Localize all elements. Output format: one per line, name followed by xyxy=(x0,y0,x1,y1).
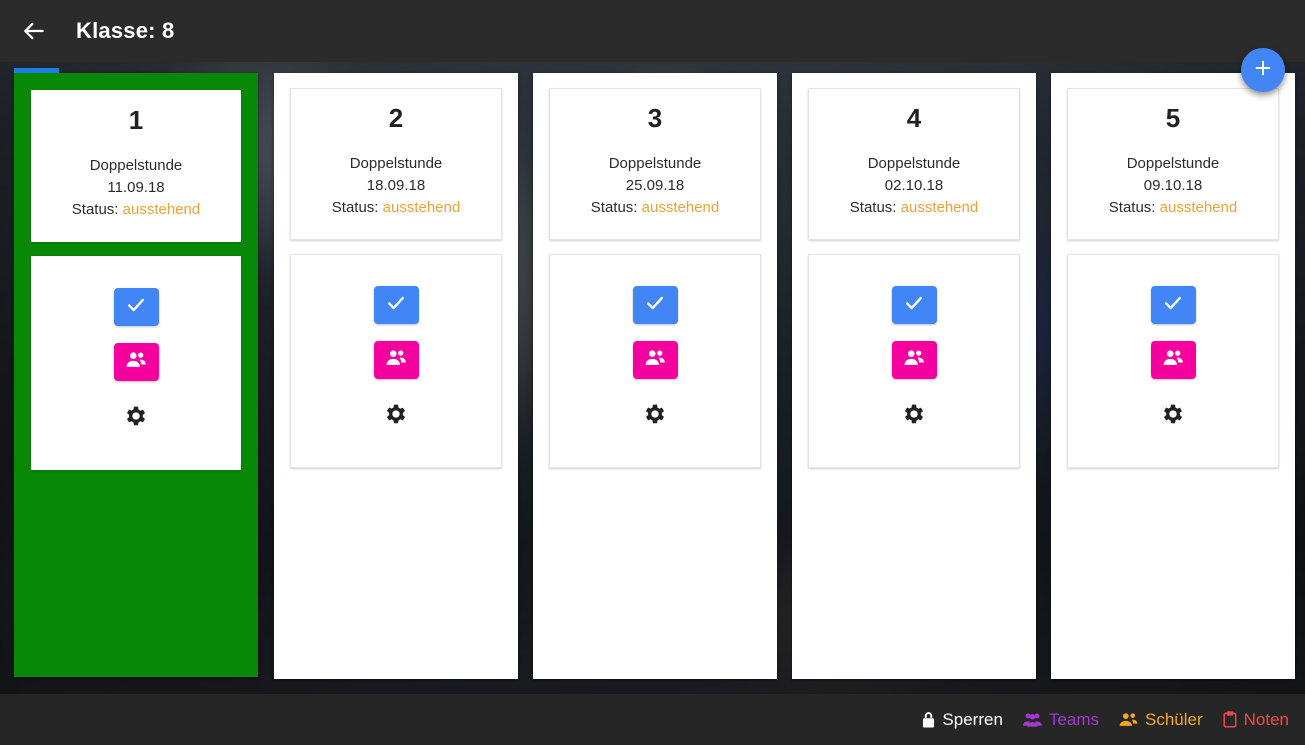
teams-button[interactable] xyxy=(373,341,419,379)
status-value: ausstehend xyxy=(900,199,979,216)
status-value: ausstehend xyxy=(122,201,201,218)
lesson-number: 1 xyxy=(128,105,144,135)
status-value: ausstehend xyxy=(641,199,720,216)
settings-button[interactable] xyxy=(638,399,672,433)
lesson-action-card-1 xyxy=(31,256,241,470)
toolbar-label: Noten xyxy=(1243,709,1289,729)
gear-icon xyxy=(642,401,668,432)
lesson-status: Status: ausstehend xyxy=(32,199,240,221)
arrow-left-icon xyxy=(21,18,47,44)
toolbar-item-teams[interactable]: Teams xyxy=(1022,709,1099,730)
people-icon xyxy=(1022,712,1042,727)
gear-icon xyxy=(383,401,409,432)
lesson-status: Status: ausstehend xyxy=(809,197,1019,219)
lesson-column-4[interactable]: 4 Doppelstunde 02.10.18 Status: ausstehe… xyxy=(792,73,1036,679)
teams-button[interactable] xyxy=(113,343,159,381)
lesson-type: Doppelstunde xyxy=(608,155,702,172)
lesson-column-1[interactable]: 1 Doppelstunde 11.09.18 Status: ausstehe… xyxy=(14,68,258,677)
lesson-type: Doppelstunde xyxy=(867,155,961,172)
lesson-number: 5 xyxy=(1165,103,1181,133)
app-bar: Klasse: 8 xyxy=(0,0,1305,62)
status-label: Status: xyxy=(1108,199,1156,216)
lesson-date: 02.10.18 xyxy=(884,177,944,194)
app-root: Klasse: 8 1 Doppelstunde 11.09.18 Status… xyxy=(0,0,1305,745)
lesson-action-card-3 xyxy=(549,254,761,468)
toolbar-label: Schüler xyxy=(1144,709,1203,729)
lesson-status: Status: ausstehend xyxy=(291,197,501,219)
lesson-action-card-5 xyxy=(1067,254,1279,468)
lesson-type: Doppelstunde xyxy=(349,155,443,172)
progress-indicator xyxy=(14,68,59,73)
lesson-column-5[interactable]: 5 Doppelstunde 09.10.18 Status: ausstehe… xyxy=(1051,73,1295,679)
lesson-action-card-2 xyxy=(290,254,502,468)
students-icon xyxy=(1119,712,1138,727)
status-label: Status: xyxy=(849,199,897,216)
check-icon xyxy=(644,292,666,319)
lesson-number: 3 xyxy=(647,103,663,133)
attendance-button[interactable] xyxy=(891,286,937,324)
people-icon xyxy=(385,348,407,373)
status-value: ausstehend xyxy=(382,199,461,216)
lesson-column-2[interactable]: 2 Doppelstunde 18.09.18 Status: ausstehe… xyxy=(274,73,518,679)
check-icon xyxy=(125,294,147,321)
lesson-type: Doppelstunde xyxy=(1126,155,1220,172)
lesson-status: Status: ausstehend xyxy=(1068,197,1278,219)
status-label: Status: xyxy=(331,199,379,216)
lesson-columns: 1 Doppelstunde 11.09.18 Status: ausstehe… xyxy=(0,62,1305,694)
check-icon xyxy=(1162,292,1184,319)
toolbar-label: Teams xyxy=(1048,709,1099,729)
lesson-info-card-5[interactable]: 5 Doppelstunde 09.10.18 Status: ausstehe… xyxy=(1067,88,1279,240)
status-value: ausstehend xyxy=(1159,199,1238,216)
lesson-status: Status: ausstehend xyxy=(550,197,760,219)
gear-icon xyxy=(1160,401,1186,432)
check-icon xyxy=(385,292,407,319)
status-label: Status: xyxy=(590,199,638,216)
settings-button[interactable] xyxy=(119,401,153,435)
attendance-button[interactable] xyxy=(632,286,678,324)
plus-icon xyxy=(1252,57,1274,84)
lock-icon xyxy=(922,711,935,728)
check-icon xyxy=(903,292,925,319)
people-icon xyxy=(644,348,666,373)
attendance-button[interactable] xyxy=(373,286,419,324)
bottom-toolbar: Sperren Teams Schüler Noten xyxy=(0,694,1305,745)
add-lesson-fab[interactable] xyxy=(1241,48,1285,92)
people-icon xyxy=(125,350,147,375)
people-icon xyxy=(903,348,925,373)
toolbar-label: Sperren xyxy=(942,709,1003,729)
teams-button[interactable] xyxy=(1150,341,1196,379)
attendance-button[interactable] xyxy=(113,288,159,326)
lesson-info-card-1[interactable]: 1 Doppelstunde 11.09.18 Status: ausstehe… xyxy=(31,90,241,242)
status-label: Status: xyxy=(71,201,119,218)
settings-button[interactable] xyxy=(1156,399,1190,433)
lesson-info-card-4[interactable]: 4 Doppelstunde 02.10.18 Status: ausstehe… xyxy=(808,88,1020,240)
page-title: Klasse: 8 xyxy=(76,18,175,43)
lesson-date: 25.09.18 xyxy=(625,177,685,194)
lesson-column-3[interactable]: 3 Doppelstunde 25.09.18 Status: ausstehe… xyxy=(533,73,777,679)
lesson-type: Doppelstunde xyxy=(89,157,183,174)
gear-icon xyxy=(901,401,927,432)
settings-button[interactable] xyxy=(379,399,413,433)
lesson-action-card-4 xyxy=(808,254,1020,468)
lesson-number: 2 xyxy=(388,103,404,133)
attendance-button[interactable] xyxy=(1150,286,1196,324)
lesson-info-card-3[interactable]: 3 Doppelstunde 25.09.18 Status: ausstehe… xyxy=(549,88,761,240)
lesson-date: 09.10.18 xyxy=(1143,177,1203,194)
back-button[interactable] xyxy=(6,3,62,59)
teams-button[interactable] xyxy=(632,341,678,379)
toolbar-item-schueler[interactable]: Schüler xyxy=(1119,710,1203,730)
toolbar-item-noten[interactable]: Noten xyxy=(1223,710,1289,730)
lesson-date: 11.09.18 xyxy=(107,179,165,196)
lesson-date: 18.09.18 xyxy=(366,177,426,194)
people-icon xyxy=(1162,348,1184,373)
lesson-number: 4 xyxy=(906,103,922,133)
gear-icon xyxy=(123,403,149,434)
lesson-info-card-2[interactable]: 2 Doppelstunde 18.09.18 Status: ausstehe… xyxy=(290,88,502,240)
clipboard-icon xyxy=(1223,711,1237,728)
settings-button[interactable] xyxy=(897,399,931,433)
teams-button[interactable] xyxy=(891,341,937,379)
toolbar-item-sperren[interactable]: Sperren xyxy=(922,709,1003,730)
